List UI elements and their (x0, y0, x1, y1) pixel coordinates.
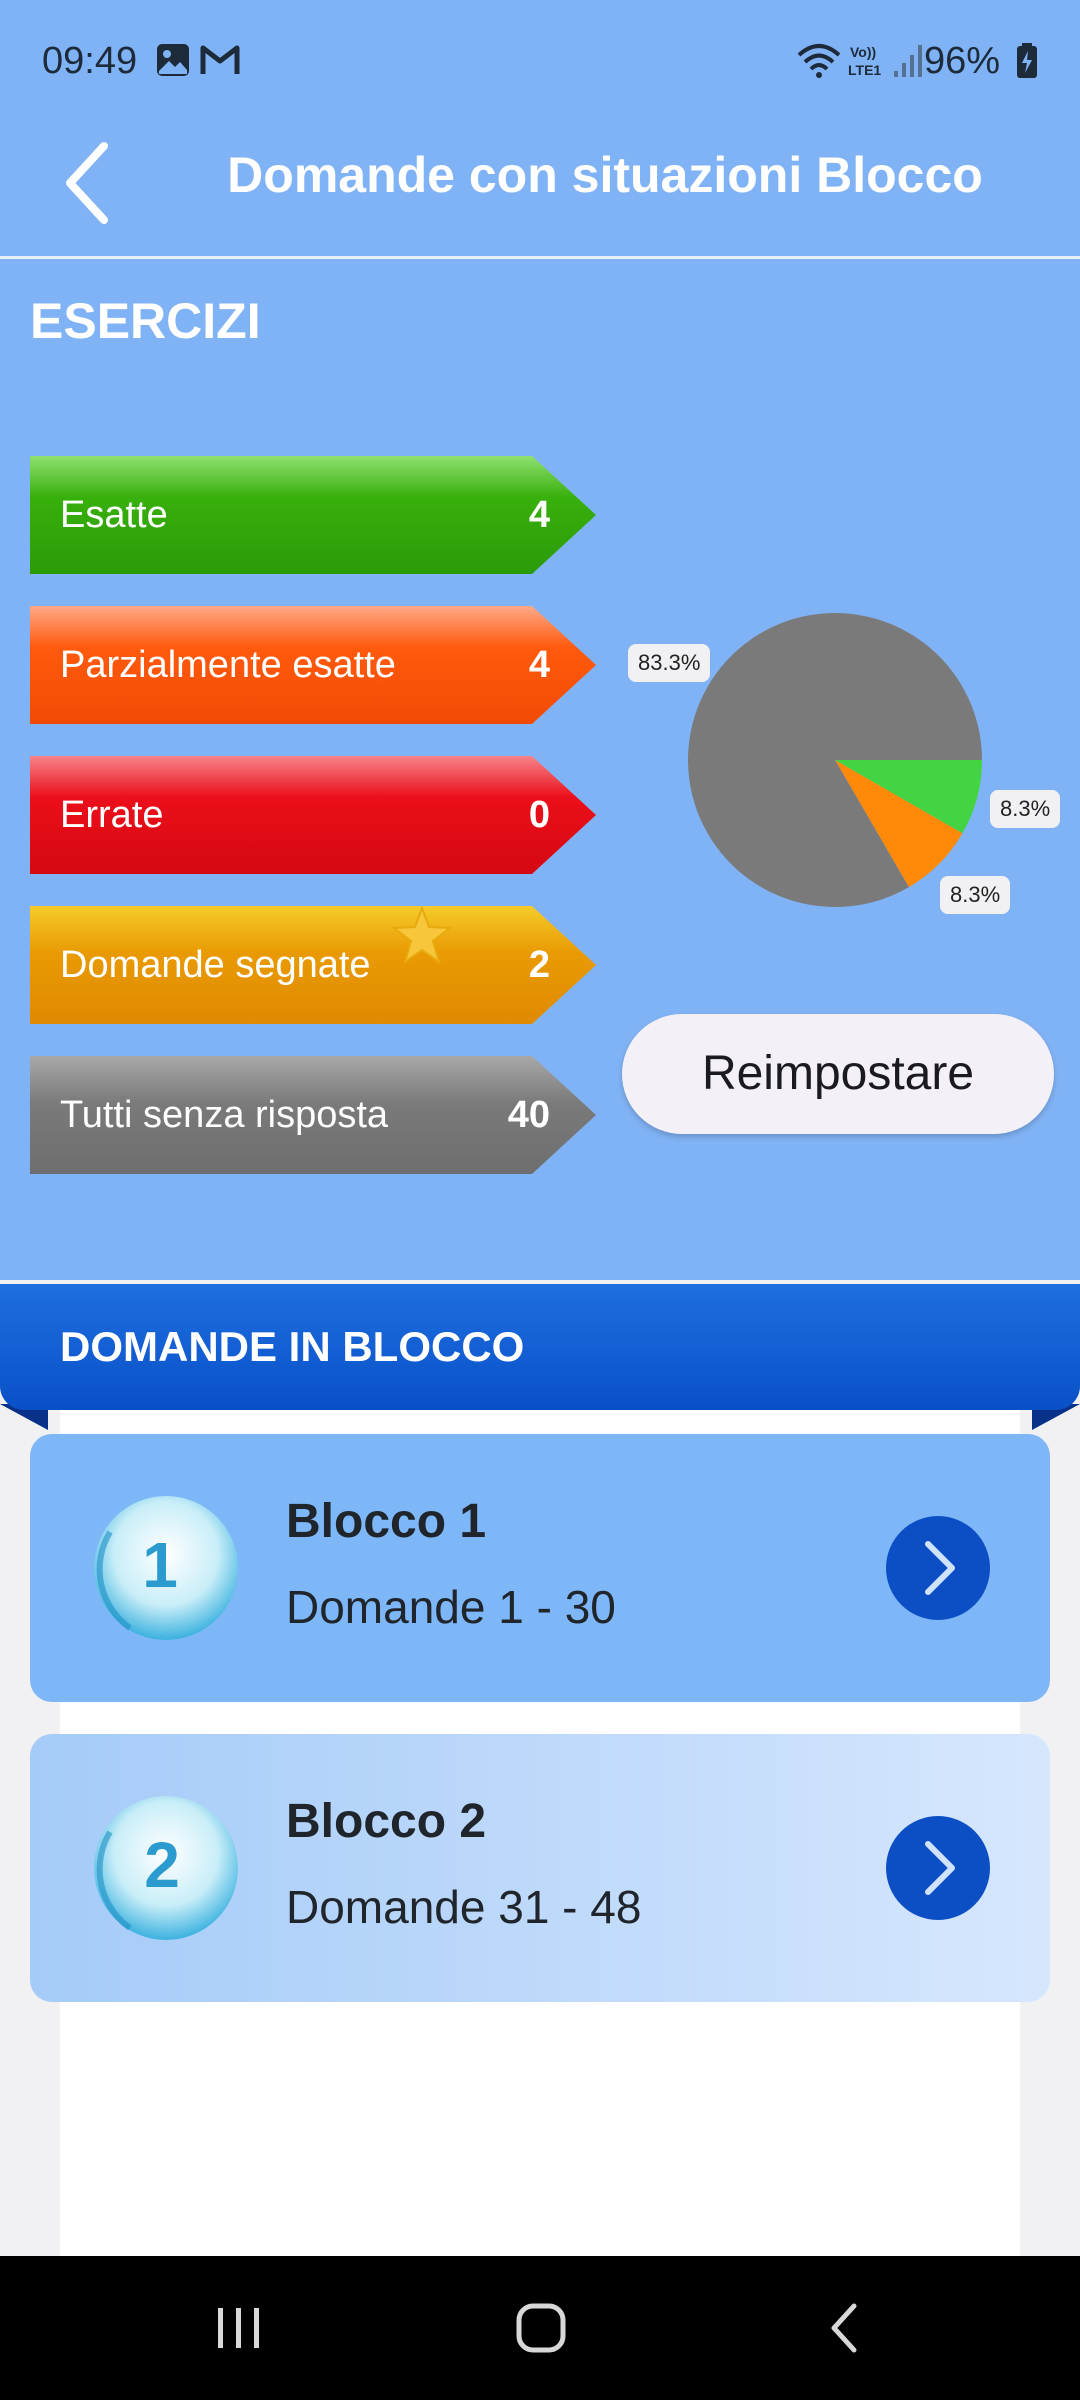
gmail-icon (200, 45, 240, 74)
star-icon (392, 906, 452, 964)
stat-wrong[interactable]: Errate 0 (30, 756, 596, 874)
open-block-button[interactable] (886, 1516, 990, 1620)
reset-button[interactable]: Reimpostare (622, 1014, 1054, 1134)
block-range: Domande 31 - 48 (286, 1881, 642, 1933)
gallery-icon (157, 44, 189, 76)
stat-label: Errate (60, 794, 164, 836)
home-icon[interactable] (514, 2298, 568, 2358)
battery-charging-icon (1017, 43, 1037, 78)
stat-value: 2 (528, 944, 550, 986)
block-number: 1 (142, 1529, 178, 1601)
results-pie-chart: 83.3% 8.3% 8.3% (620, 600, 1070, 930)
stat-value: 4 (528, 644, 550, 686)
blocks-section-header: DOMANDE IN BLOCCO (0, 1284, 1080, 1410)
pie-label-partial: 8.3% (940, 876, 1011, 914)
pie-label-correct: 8.3% (990, 790, 1061, 828)
stat-value: 4 (528, 494, 550, 536)
stat-label: Domande segnate (60, 944, 371, 986)
signal-icon (894, 45, 922, 77)
blocks-section-title: DOMANDE IN BLOCCO (60, 1323, 525, 1370)
block-range: Domande 1 - 30 (286, 1581, 616, 1633)
open-block-button[interactable] (886, 1816, 990, 1920)
stat-label: Tutti senza risposta (60, 1094, 389, 1136)
status-bar: 09:49 Vo)) LTE1 96% (0, 0, 1080, 120)
exercises-title: ESERCIZI (30, 293, 261, 349)
volte-icon: Vo)) LTE1 (848, 44, 881, 78)
block-number: 2 (144, 1829, 180, 1901)
battery-percentage: 96% (923, 40, 1000, 82)
block-card-1[interactable]: 1 Blocco 1 Domande 1 - 30 (30, 1434, 1050, 1702)
stat-unanswered[interactable]: Tutti senza risposta 40 (30, 1056, 596, 1174)
stat-value: 40 (507, 1094, 550, 1136)
number-ball-icon: 2 (94, 1796, 238, 1940)
app-header: Domande con situazioni Blocco (0, 120, 1080, 259)
svg-text:LTE1: LTE1 (848, 62, 881, 78)
chevron-right-icon (925, 1541, 955, 1595)
back-icon[interactable] (824, 2298, 864, 2358)
recent-apps-icon[interactable] (214, 2298, 264, 2358)
stat-label: Esatte (60, 494, 168, 536)
block-title: Blocco 2 (286, 1795, 487, 1848)
system-nav-bar (0, 2256, 1080, 2400)
wifi-icon (797, 44, 841, 78)
stat-label: Parzialmente esatte (60, 644, 396, 686)
pie-label-unanswered: 83.3% (628, 644, 711, 682)
chevron-left-icon[interactable] (58, 138, 118, 228)
status-time: 09:49 (42, 40, 138, 82)
stat-correct[interactable]: Esatte 4 (30, 456, 596, 574)
stat-partially-correct[interactable]: Parzialmente esatte 4 (30, 606, 596, 724)
stat-value: 0 (528, 794, 550, 836)
block-title: Blocco 1 (286, 1495, 487, 1548)
page-title: Domande con situazioni Blocco (227, 147, 983, 203)
chevron-right-icon (925, 1841, 955, 1895)
block-card-2[interactable]: 2 Blocco 2 Domande 31 - 48 (30, 1734, 1050, 2002)
stat-marked[interactable]: Domande segnate 2 (30, 906, 596, 1024)
svg-text:Vo)): Vo)) (850, 44, 876, 60)
number-ball-icon: 1 (94, 1496, 238, 1640)
